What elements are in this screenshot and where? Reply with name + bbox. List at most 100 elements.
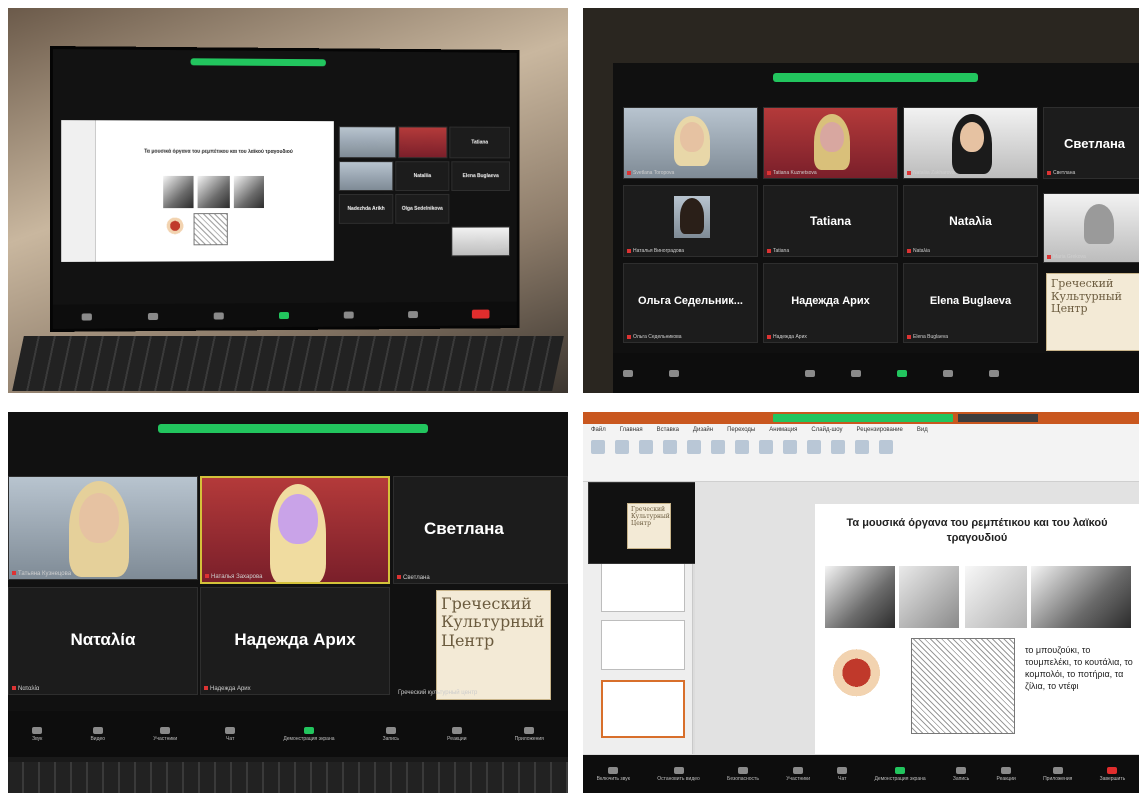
participant-tile: Nataliia: [395, 161, 450, 191]
toolbar-label: Запись: [382, 735, 400, 742]
new-slide-icon[interactable]: [615, 440, 629, 454]
toolbar-label: Завершить: [1099, 775, 1126, 782]
participant-label: Греческий культурный центр: [398, 690, 478, 696]
apps-button[interactable]: Приложения: [514, 726, 544, 742]
stop-share-button[interactable]: [958, 414, 1038, 422]
ribbon-tab[interactable]: Главная: [620, 427, 643, 433]
end-meeting-button[interactable]: [472, 309, 490, 319]
record-button[interactable]: [343, 311, 354, 319]
participants-button[interactable]: [213, 311, 224, 320]
end-meeting-button[interactable]: Завершить: [1099, 766, 1126, 782]
apps-button[interactable]: Приложения: [1043, 766, 1073, 782]
ribbon-tab[interactable]: Файл: [591, 427, 606, 433]
participant-tile: Ольга Седельник... Ольга Седельникова: [623, 263, 758, 343]
participants-button[interactable]: Участники: [153, 726, 177, 742]
participant-tile: Nadezhda Arikh: [338, 193, 394, 224]
participant-label: Наталья Виноградова: [627, 248, 684, 254]
toolbar-label: Чат: [838, 775, 847, 782]
underline-icon[interactable]: [759, 440, 773, 454]
security-button[interactable]: Безопасность: [727, 766, 759, 782]
share-screen-button[interactable]: Демонстрация экрана: [283, 726, 334, 742]
chat-button[interactable]: Чат: [225, 726, 236, 742]
face: [680, 122, 704, 152]
share-screen-icon: [303, 726, 314, 734]
book-cover-line: Центр: [1051, 302, 1088, 316]
powerpoint-share-photo: Файл Главная Вставка Дизайн Переходы Ани…: [583, 412, 1139, 793]
participant-tile: Наталья Виноградова: [623, 185, 758, 257]
participant-tile: Tatiana Tatiana: [763, 185, 898, 257]
slide-sketch: [911, 638, 1015, 734]
slide-thumbnail[interactable]: [601, 562, 685, 612]
record-button[interactable]: Запись: [382, 726, 400, 742]
slide-thumbnail-selected[interactable]: [601, 680, 685, 738]
participant-label: Tatiana Kuznetsova: [767, 170, 817, 176]
align-icon[interactable]: [783, 440, 797, 454]
participant-name: Nataliia: [413, 173, 432, 180]
reactions-button[interactable]: [989, 369, 999, 377]
mic-button[interactable]: Звук: [32, 726, 42, 742]
participants-button[interactable]: Участники: [786, 766, 810, 782]
find-icon[interactable]: [855, 440, 869, 454]
paste-icon[interactable]: [591, 440, 605, 454]
italic-icon[interactable]: [735, 440, 749, 454]
share-screen-button[interactable]: Демонстрация экрана: [875, 766, 926, 782]
reactions-button[interactable]: [408, 310, 419, 318]
ribbon-tab[interactable]: Рецензирование: [857, 427, 903, 433]
record-button[interactable]: [943, 369, 953, 377]
mic-button[interactable]: [81, 312, 92, 321]
record-button[interactable]: Запись: [953, 766, 969, 782]
video-button[interactable]: Остановить видео: [657, 766, 700, 782]
video-button[interactable]: [147, 312, 158, 320]
reactions-button[interactable]: Реакции: [996, 766, 1016, 782]
toolbar-label: Приложения: [1043, 775, 1073, 782]
font-icon[interactable]: [687, 440, 701, 454]
participant-name: Nadezhda Arikh: [347, 206, 385, 213]
toolbar-label: Безопасность: [727, 775, 759, 782]
participant-name: Olga Sedelnikova: [401, 206, 443, 213]
reactions-button[interactable]: Реакции: [447, 726, 467, 742]
face: [79, 493, 119, 543]
apps-icon: [1052, 766, 1063, 774]
reset-icon[interactable]: [663, 440, 677, 454]
ribbon-tab[interactable]: Переходы: [727, 427, 755, 433]
participant-name: Nataλia: [949, 214, 992, 228]
chat-button[interactable]: Чат: [837, 766, 848, 782]
record-icon: [956, 766, 967, 774]
slide-thumbnails: [61, 120, 96, 262]
participant-name: Светлана: [1064, 136, 1126, 151]
slide-body-text: το μπουζούκι, το τουμπελέκι, το κουτάλια…: [1025, 645, 1133, 692]
slide-thumbnail[interactable]: [601, 620, 685, 670]
video-button[interactable]: Видео: [90, 726, 105, 742]
chat-button[interactable]: [851, 369, 861, 377]
toolbar-label: Приложения: [514, 735, 544, 742]
toolbar-label: Реакции: [996, 775, 1016, 782]
face: [278, 494, 318, 544]
ribbon-tab[interactable]: Дизайн: [693, 427, 713, 433]
participants-button[interactable]: [805, 369, 815, 377]
ribbon-tab[interactable]: Вставка: [657, 427, 679, 433]
floating-video-panel[interactable]: Греческий Культурный Центр: [588, 482, 708, 564]
ribbon-tab[interactable]: Слайд-шоу: [811, 427, 842, 433]
participant-book-cover: Греческий Культурный Центр: [1046, 273, 1139, 351]
mic-button[interactable]: Включить звук: [597, 766, 630, 782]
participant-name: Tatiana: [809, 214, 852, 228]
laptop-keyboard: [8, 762, 568, 793]
reactions-icon: [408, 310, 419, 318]
shared-slide: Τα μουσικά όργανα του ρεμπέτικου και του…: [61, 120, 334, 262]
participant-label: Наталья Захарова: [205, 574, 262, 580]
screen-share-banner: [773, 414, 953, 422]
layout-icon[interactable]: [639, 440, 653, 454]
designer-icon[interactable]: [879, 440, 893, 454]
mic-button[interactable]: [623, 369, 633, 377]
share-screen-button[interactable]: [278, 311, 289, 319]
share-screen-button[interactable]: [897, 369, 907, 377]
participant-book-cover: Греческий Культурный Центр: [627, 503, 671, 549]
ribbon-tab[interactable]: Анимация: [769, 427, 797, 433]
ribbon-tab[interactable]: Вид: [917, 427, 928, 433]
bold-icon[interactable]: [711, 440, 725, 454]
arrange-icon[interactable]: [831, 440, 845, 454]
video-button[interactable]: [669, 369, 679, 377]
shapes-icon[interactable]: [807, 440, 821, 454]
participant-name: Nαταλία: [70, 630, 136, 650]
participant-label: Надежда Арих: [767, 334, 807, 340]
